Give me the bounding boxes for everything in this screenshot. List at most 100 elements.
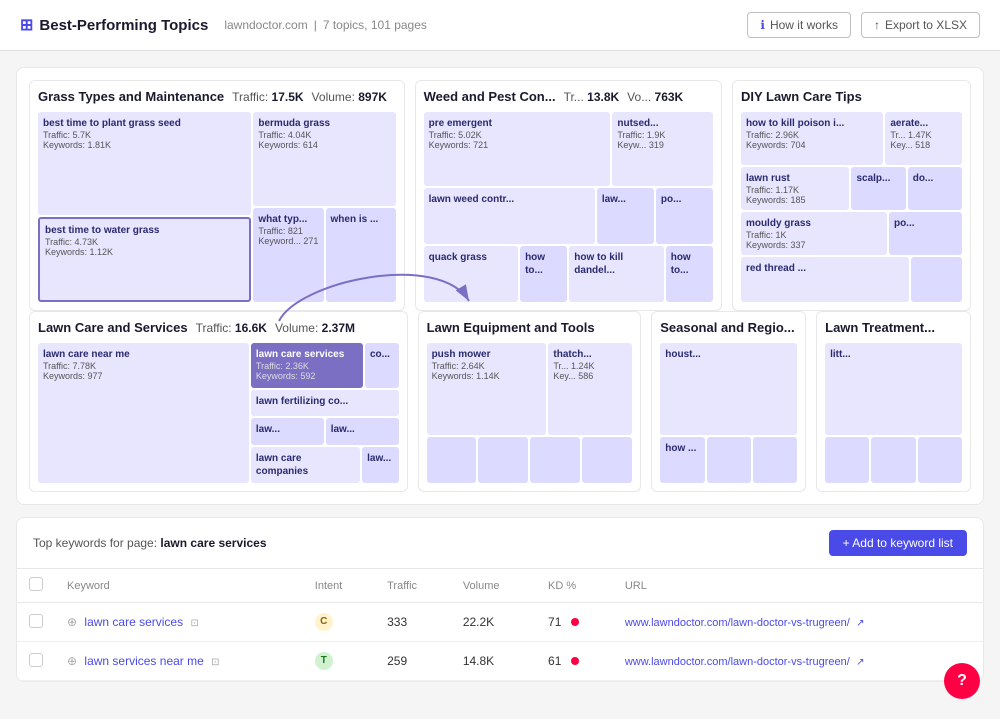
tm-cell-lawn-care-near-me[interactable]: lawn care near me Traffic: 7.78K Keyword… [38, 343, 249, 483]
header: ⊞ Best-Performing Topics lawndoctor.com … [0, 0, 1000, 51]
tm-cell-lawn-rust[interactable]: lawn rust Traffic: 1.17K Keywords: 185 [741, 167, 850, 210]
tm-cell-pre-emergent[interactable]: pre emergent Traffic: 5.02K Keywords: 72… [424, 112, 611, 186]
tm-cell-mouldy-grass[interactable]: mouldy grass Traffic: 1K Keywords: 337 [741, 212, 887, 255]
topics-row2: Lawn Care and Services Traffic: 16.6K Vo… [29, 311, 971, 492]
intent-badge-1: C [315, 613, 333, 631]
row-checkbox-1[interactable] [29, 614, 43, 628]
tm-cell-water-grass[interactable]: best time to water grass Traffic: 4.73K … [38, 217, 251, 302]
tm-cell-when-is[interactable]: when is ... [326, 208, 396, 302]
col-traffic: Traffic [375, 569, 451, 603]
add-icon-1: ⊕ [67, 615, 77, 629]
site-name: lawndoctor.com [224, 18, 307, 32]
tm-cell-law[interactable]: law... [597, 188, 654, 244]
topic-treatment-title: Lawn Treatment... [825, 320, 935, 335]
keyword-link-1[interactable]: lawn care services [84, 615, 183, 629]
topic-diy-header: DIY Lawn Care Tips [741, 89, 962, 104]
table-row: ⊕ lawn services near me ⊡ T 259 14.8K 61 [17, 642, 983, 681]
topic-grass-types: Grass Types and Maintenance Traffic: 17.… [29, 80, 405, 311]
tm-cell-how-to1[interactable]: how to... [520, 246, 567, 302]
tm-cell-thatch[interactable]: thatch... Tr... 1.24K Key... 586 [548, 343, 632, 435]
tm-cell-houst[interactable]: houst... [660, 343, 797, 435]
topic-equipment-title: Lawn Equipment and Tools [427, 320, 595, 335]
tm-cell-bermuda[interactable]: bermuda grass Traffic: 4.04K Keywords: 6… [253, 112, 395, 206]
tm-cell-s3[interactable] [753, 437, 797, 483]
volume-1: 22.2K [451, 603, 536, 642]
tm-cell-best-plant[interactable]: best time to plant grass seed Traffic: 5… [38, 112, 251, 215]
tm-cell-kill-dandel[interactable]: how to kill dandel... [569, 246, 663, 302]
volume-2: 14.8K [451, 642, 536, 681]
row-checkbox-2[interactable] [29, 653, 43, 667]
topics-row1: Grass Types and Maintenance Traffic: 17.… [29, 80, 971, 311]
keywords-table: Keyword Intent Traffic Volume KD % URL ⊕… [17, 569, 983, 681]
export-button[interactable]: ↑ Export to XLSX [861, 12, 980, 38]
tm-cell-push-mower[interactable]: push mower Traffic: 2.64K Keywords: 1.14… [427, 343, 547, 435]
tm-cell-lawn-care-companies[interactable]: lawn care companies [251, 447, 360, 483]
tm-cell-what-typ[interactable]: what typ... Traffic: 821 Keyword... 271 [253, 208, 323, 302]
tm-cell-quack-grass[interactable]: quack grass [424, 246, 518, 302]
page-icon-1: ⊡ [190, 618, 198, 629]
table-header: Top keywords for page: lawn care service… [17, 518, 983, 569]
topic-grass-traffic: Traffic: 17.5K [232, 90, 303, 104]
tm-cell-sm2[interactable] [478, 437, 528, 483]
tm-cell-how-to2[interactable]: how to... [666, 246, 713, 302]
tm-cell-t1[interactable] [825, 437, 869, 483]
tm-cell-sm1[interactable] [427, 437, 477, 483]
tm-cell-t3[interactable] [918, 437, 962, 483]
kd-value-1: 71 [548, 615, 561, 629]
tm-cell-poison-ivy[interactable]: how to kill poison i... Traffic: 2.96K K… [741, 112, 883, 165]
table-section: Top keywords for page: lawn care service… [16, 517, 984, 682]
col-volume: Volume [451, 569, 536, 603]
tm-cell-t2[interactable] [871, 437, 915, 483]
tm-cell-nutsed[interactable]: nutsed... Traffic: 1.9K Keyw... 319 [612, 112, 713, 186]
topic-lawn-equipment: Lawn Equipment and Tools push mower Traf… [418, 311, 642, 492]
tm-cell-lawn-care-services[interactable]: lawn care services Traffic: 2.36K Keywor… [251, 343, 363, 388]
tm-cell-litt[interactable]: litt... [825, 343, 962, 435]
export-icon: ↑ [874, 18, 880, 32]
topic-diy-title: DIY Lawn Care Tips [741, 89, 862, 104]
tm-cell-extra1 [911, 257, 962, 302]
intent-badge-2: T [315, 652, 333, 670]
topic-weed-volume: Vo... 763K [627, 90, 683, 104]
col-keyword: Keyword [55, 569, 303, 603]
page-meta: 7 topics, 101 pages [323, 18, 427, 32]
topic-weed-title: Weed and Pest Con... [424, 89, 556, 104]
tm-cell-po2[interactable]: po... [889, 212, 962, 255]
tm-cell-sm3[interactable] [530, 437, 580, 483]
keyword-link-2[interactable]: lawn services near me [84, 654, 203, 668]
tm-cell-s2[interactable] [707, 437, 751, 483]
url-link-1[interactable]: www.lawndoctor.com/lawn-doctor-vs-trugre… [625, 617, 850, 629]
tm-cell-scalp[interactable]: scalp... [851, 167, 905, 210]
tm-cell-law3[interactable]: law... [362, 447, 398, 483]
tm-cell-law2[interactable]: law... [326, 418, 399, 445]
topic-grass-header: Grass Types and Maintenance Traffic: 17.… [38, 89, 396, 104]
select-all-checkbox[interactable] [29, 577, 43, 591]
topic-lawn-treatment: Lawn Treatment... litt... [816, 311, 971, 492]
traffic-2: 259 [375, 642, 451, 681]
tm-cell-aerate[interactable]: aerate... Tr... 1.47K Key... 518 [885, 112, 962, 165]
tm-cell-co[interactable]: co... [365, 343, 399, 388]
topic-lawn-care-traffic: Traffic: 16.6K [196, 321, 267, 335]
page-root: ⊞ Best-Performing Topics lawndoctor.com … [0, 0, 1000, 719]
add-keyword-button[interactable]: + Add to keyword list [829, 530, 967, 556]
col-url: URL [613, 569, 983, 603]
help-button[interactable]: ? [944, 663, 980, 699]
tm-cell-how-s1[interactable]: how ... [660, 437, 704, 483]
tm-cell-po[interactable]: po... [656, 188, 713, 244]
tm-cell-sm4[interactable] [582, 437, 632, 483]
col-checkbox [17, 569, 55, 603]
topic-grass-title: Grass Types and Maintenance [38, 89, 224, 104]
topic-treatment-header: Lawn Treatment... [825, 320, 962, 335]
tm-cell-red-thread[interactable]: red thread ... [741, 257, 909, 302]
how-it-works-button[interactable]: ℹ How it works [747, 12, 851, 38]
page-icon-2: ⊡ [211, 657, 219, 668]
tm-cell-lawn-weed[interactable]: lawn weed contr... [424, 188, 595, 244]
main-content: Grass Types and Maintenance Traffic: 17.… [0, 51, 1000, 698]
topic-weed-header: Weed and Pest Con... Tr... 13.8K Vo... 7… [424, 89, 713, 104]
tm-cell-lawn-fertilizing[interactable]: lawn fertilizing co... [251, 390, 399, 417]
topic-diy: DIY Lawn Care Tips how to kill poison i.… [732, 80, 971, 311]
url-link-2[interactable]: www.lawndoctor.com/lawn-doctor-vs-trugre… [625, 656, 850, 668]
external-link-icon-1: ↗ [856, 618, 864, 629]
topics-container: Grass Types and Maintenance Traffic: 17.… [16, 67, 984, 505]
tm-cell-law1[interactable]: law... [251, 418, 324, 445]
tm-cell-do[interactable]: do... [908, 167, 962, 210]
